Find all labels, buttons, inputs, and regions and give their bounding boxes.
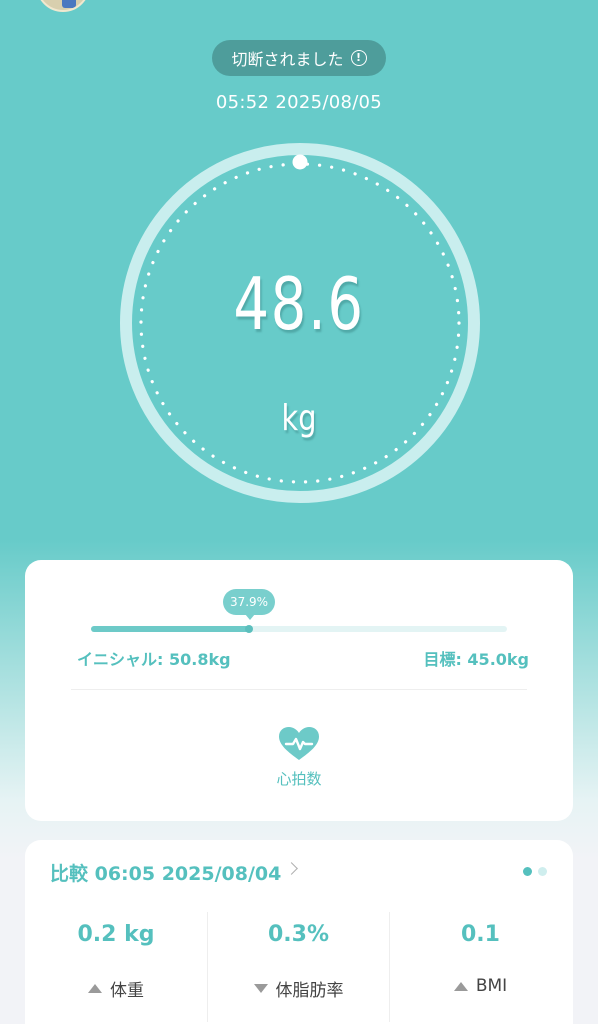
metric-weight-label-row: 体重	[25, 976, 207, 1001]
avatar[interactable]	[36, 0, 90, 12]
connection-status-text: 切断されました	[231, 50, 344, 69]
metric-body-fat-label: 体脂肪率	[275, 981, 344, 1001]
chevron-right-icon[interactable]	[285, 862, 298, 875]
target-weight-label: 目標: 45.0kg	[423, 650, 529, 669]
weight-value: 48.6	[233, 262, 365, 346]
metric-body-fat-label-row: 体脂肪率	[208, 976, 389, 1001]
metric-bmi: 0.1 BMI	[389, 912, 571, 1022]
heart-rate-button[interactable]: 心拍数	[259, 726, 339, 794]
initial-weight-label: イニシャル: 50.8kg	[77, 650, 231, 669]
page-indicator-dot-active	[523, 867, 532, 876]
progress-percent-badge: 37.9%	[223, 589, 275, 620]
goal-progress-fill	[91, 626, 249, 632]
comparison-title[interactable]: 比較 06:05 2025/08/04	[50, 859, 281, 886]
metric-bmi-label: BMI	[475, 976, 508, 996]
heart-rate-label: 心拍数	[276, 770, 322, 788]
triangle-up-icon	[88, 984, 102, 993]
heart-rate-icon	[279, 727, 319, 760]
metric-weight-label: 体重	[110, 981, 144, 1001]
info-icon[interactable]: !	[350, 50, 367, 66]
triangle-up-icon	[453, 981, 468, 991]
metric-body-fat-value: 0.3%	[267, 922, 329, 947]
metric-weight-value: 0.2 kg	[77, 922, 155, 947]
metric-body-fat: 0.3% 体脂肪率	[207, 912, 389, 1022]
measurement-datetime: 05:52 2025/08/05	[215, 92, 383, 113]
metric-bmi-label-row: BMI	[390, 976, 571, 996]
metric-weight: 0.2 kg 体重	[25, 912, 207, 1022]
comparison-card[interactable]: 比較 06:05 2025/08/04 0.2 kg 体重 0.3% 体脂肪率 …	[25, 840, 573, 1024]
connection-status-badge[interactable]: 切断されました !	[212, 40, 386, 76]
goal-card: 37.9% イニシャル: 50.8kg 目標: 45.0kg 心拍数	[25, 560, 573, 821]
goal-progress-knob	[245, 625, 253, 633]
weight-unit: kg	[281, 398, 317, 439]
goal-progress-bar	[91, 625, 507, 633]
page-indicator-dot	[538, 867, 547, 876]
divider	[71, 689, 527, 690]
metric-bmi-value: 0.1	[461, 922, 500, 947]
triangle-down-icon	[253, 984, 268, 993]
gauge-indicator-dot	[292, 154, 308, 170]
